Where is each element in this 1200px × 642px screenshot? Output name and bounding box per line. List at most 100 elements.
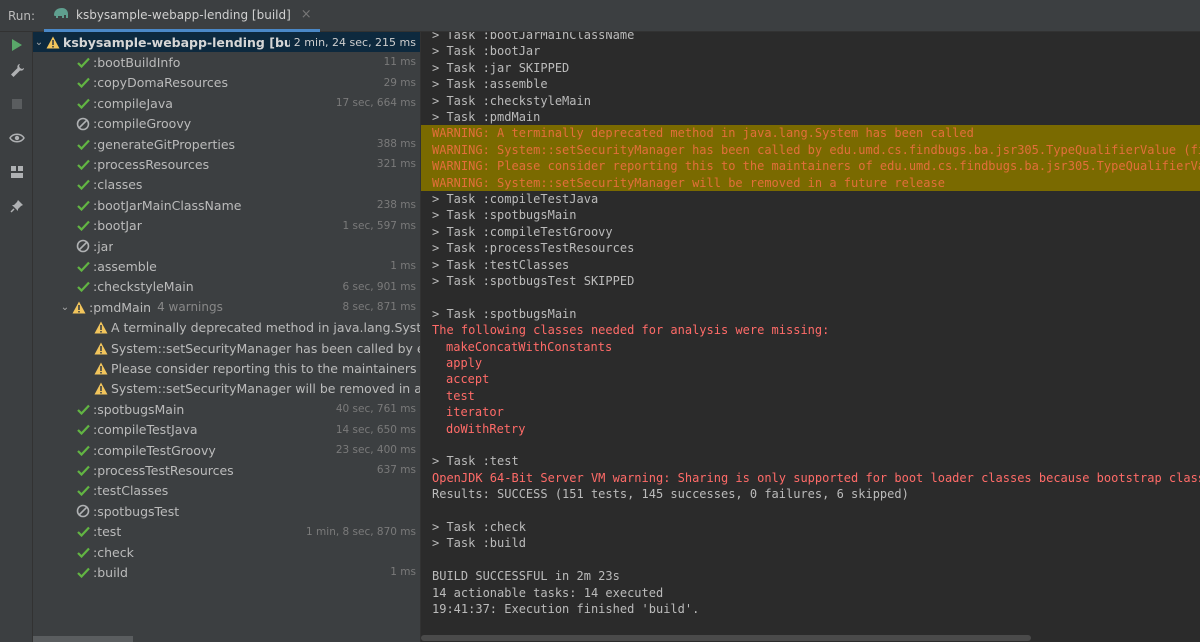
chevron-down-icon[interactable]: ⌄ — [59, 302, 71, 313]
warning-icon — [71, 299, 87, 315]
task-label: :copyDomaResources — [93, 75, 229, 91]
task-duration: 11 ms — [383, 56, 416, 69]
tree-task-row[interactable]: :generateGitProperties 388 ms — [33, 134, 420, 154]
task-duration: 23 sec, 400 ms — [335, 444, 416, 456]
tree-warning-row[interactable]: Please consider reporting this to the ma… — [33, 358, 420, 378]
console-warning-line: WARNING: System::setSecurityManager will… — [421, 174, 1200, 191]
task-label: :compileTestJava — [93, 422, 198, 438]
tree-task-row[interactable]: :build 1 ms — [33, 562, 420, 582]
check-icon — [75, 156, 91, 172]
check-icon — [75, 54, 91, 70]
task-duration: 238 ms — [376, 199, 416, 212]
layout-icon[interactable] — [8, 163, 26, 181]
check-icon — [75, 197, 91, 213]
run-label: Run: — [8, 9, 36, 23]
warning-message: A terminally deprecated method in java.l… — [111, 320, 420, 336]
console-error-line: doWithRetry — [446, 421, 526, 436]
eye-icon[interactable] — [8, 129, 26, 147]
tree-task-row[interactable]: :spotbugsMain 40 sec, 761 ms — [33, 399, 420, 419]
tree-root-row[interactable]: ⌄ksbysample-webapp-lending [build]:succe… — [33, 32, 420, 52]
tree-task-row[interactable]: :assemble 1 ms — [33, 256, 420, 276]
warning-icon — [93, 320, 109, 336]
console-horizontal-scrollbar[interactable] — [421, 634, 1200, 642]
scrollbar-thumb[interactable] — [421, 635, 1031, 641]
task-label: :test — [93, 524, 122, 540]
warning-icon — [45, 34, 61, 50]
tree-task-row[interactable]: :test 1 min, 8 sec, 870 ms — [33, 522, 420, 542]
tree-task-row[interactable]: :bootJarMainClassName 238 ms — [33, 195, 420, 215]
tree-task-row[interactable]: :jar — [33, 236, 420, 256]
check-icon — [75, 136, 91, 152]
tree-task-row[interactable]: :copyDomaResources 29 ms — [33, 73, 420, 93]
task-label: :build — [93, 564, 128, 580]
console-line: > Task :pmdMain — [432, 110, 541, 124]
tree-task-row[interactable]: :checkstyleMain 6 sec, 901 ms — [33, 277, 420, 297]
tree-task-row[interactable]: :bootBuildInfo 11 ms — [33, 52, 420, 72]
console-line: > Task :checkstyleMain — [432, 93, 591, 108]
warning-message: System::setSecurityManager will be remov… — [111, 381, 420, 397]
task-label: :jar — [93, 238, 114, 254]
tree-task-row[interactable]: :bootJar 1 sec, 597 ms — [33, 216, 420, 236]
skipped-icon — [75, 238, 91, 254]
tree-task-row-pmd[interactable]: ⌄:pmdMain 4 warnings 8 sec, 871 ms — [33, 297, 420, 317]
check-icon — [75, 279, 91, 295]
console-line: > Task :bootJarMainClassName — [432, 32, 635, 42]
task-duration: 637 ms — [376, 464, 416, 477]
task-label: :checkstyleMain — [93, 279, 194, 295]
run-icon[interactable] — [8, 36, 26, 54]
tree-task-row[interactable]: :spotbugsTest — [33, 501, 420, 521]
task-label: :processTestResources — [93, 462, 234, 478]
stop-icon[interactable] — [8, 95, 26, 113]
check-icon — [75, 462, 91, 478]
check-icon — [75, 75, 91, 91]
console-line: > Task :compileTestJava — [432, 192, 599, 206]
task-label: :assemble — [93, 258, 157, 274]
console-line: > Task :spotbugsTest SKIPPED — [432, 274, 635, 288]
task-label: :bootJarMainClassName — [93, 197, 242, 213]
console-warning-line: WARNING: Please consider reporting this … — [421, 158, 1200, 175]
console-line: > Task :spotbugsMain — [432, 208, 577, 223]
tree-task-row[interactable]: :compileGroovy — [33, 114, 420, 134]
tree-task-row[interactable]: :testClasses — [33, 481, 420, 501]
check-icon — [75, 483, 91, 499]
task-duration: 388 ms — [376, 138, 416, 150]
console-line: > Task :spotbugsMain — [432, 306, 577, 321]
skipped-icon — [75, 503, 91, 519]
console-line: > Task :build — [432, 536, 526, 551]
check-icon — [75, 95, 91, 111]
console-line: 19:41:37: Execution finished 'build'. — [432, 602, 700, 616]
console-error-line: apply — [446, 356, 483, 370]
tree-task-row[interactable]: :processResources 321 ms — [33, 154, 420, 174]
check-icon — [75, 422, 91, 438]
run-tab[interactable]: ksbysample-webapp-lending [build] × — [44, 0, 320, 32]
tree-warning-row[interactable]: System::setSecurityManager will be remov… — [33, 379, 420, 399]
console-error-line: makeConcatWithConstants — [446, 339, 613, 354]
tree-horizontal-scrollbar[interactable] — [33, 636, 420, 642]
check-icon — [75, 218, 91, 234]
tree-warning-row[interactable]: System::setSecurityManager has been call… — [33, 338, 420, 358]
console-line: > Task :assemble — [432, 77, 548, 92]
wrench-icon[interactable] — [8, 62, 26, 80]
task-label: :generateGitProperties — [93, 136, 236, 152]
tree-warning-row[interactable]: A terminally deprecated method in java.l… — [33, 318, 420, 338]
run-tool-window-header: Run: ksbysample-webapp-lending [build] × — [0, 0, 1200, 32]
check-icon — [75, 564, 91, 580]
check-icon — [75, 442, 91, 458]
pin-icon[interactable] — [8, 197, 26, 215]
task-label: :classes — [93, 177, 143, 193]
task-duration: 6 sec, 901 ms — [342, 280, 416, 293]
tree-task-row[interactable]: :processTestResources 637 ms — [33, 460, 420, 480]
close-icon[interactable]: × — [301, 7, 312, 22]
status-suffix: 4 warnings — [157, 300, 223, 315]
tree-task-row[interactable]: :compileJava 17 sec, 664 ms — [33, 93, 420, 113]
check-icon — [75, 401, 91, 417]
scrollbar-thumb[interactable] — [33, 636, 133, 642]
chevron-down-icon[interactable]: ⌄ — [33, 37, 45, 48]
tree-task-row[interactable]: :classes — [33, 175, 420, 195]
task-label: :compileJava — [93, 95, 173, 111]
skipped-icon — [75, 116, 91, 132]
build-console[interactable]: > Task :bootJarMainClassName > Task :boot… — [420, 32, 1200, 642]
tree-task-row[interactable]: :check — [33, 542, 420, 562]
tree-task-row[interactable]: :compileTestGroovy 23 sec, 400 ms — [33, 440, 420, 460]
tree-task-row[interactable]: :compileTestJava 14 sec, 650 ms — [33, 420, 420, 440]
